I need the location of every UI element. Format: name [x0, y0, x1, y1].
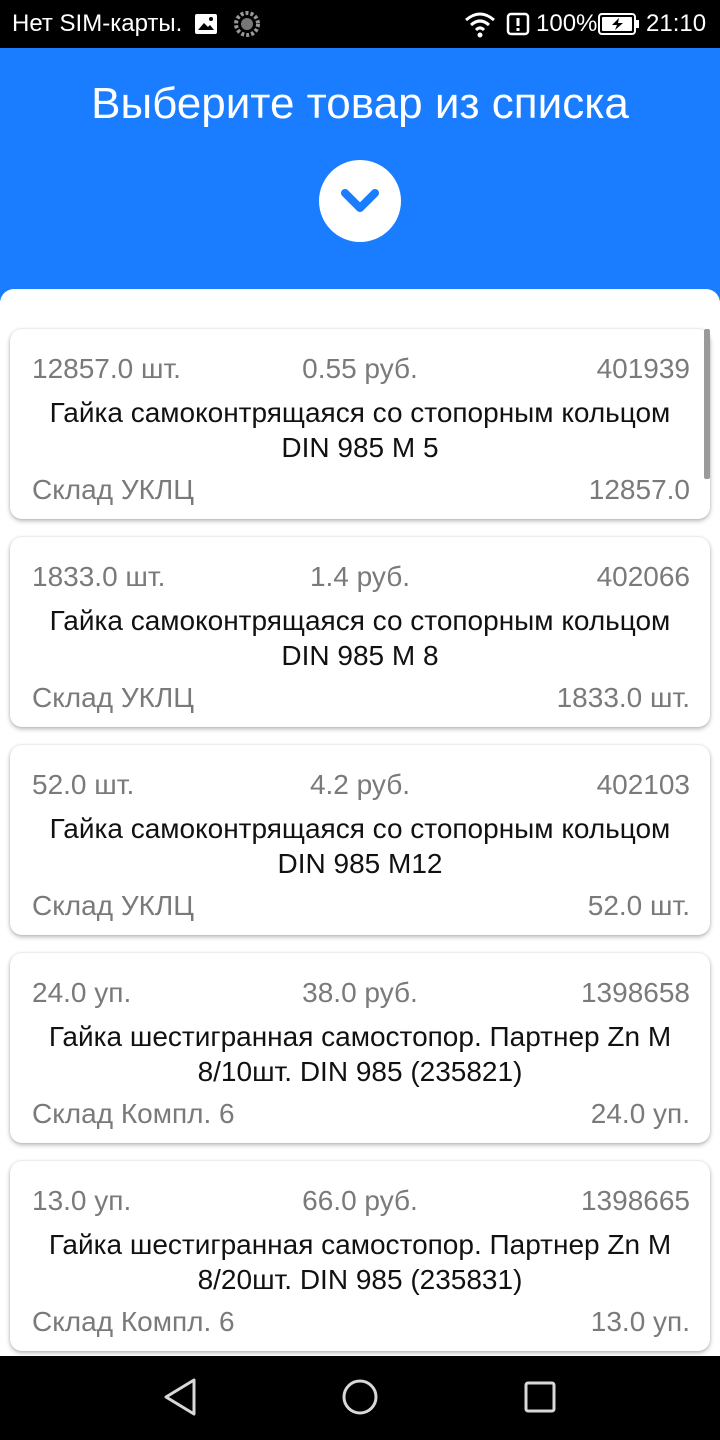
product-name: Гайка самоконтрящаяся со стопорным кольц…: [49, 397, 671, 463]
back-triangle-icon[interactable]: [160, 1376, 200, 1418]
product-name: Гайка самоконтрящаяся со стопорным кольц…: [49, 605, 671, 671]
product-code: 401939: [596, 353, 690, 384]
sync-notification-icon: [234, 11, 260, 37]
product-card[interactable]: 13.0 уп. 66.0 руб. 1398665 Гайка шестигр…: [10, 1161, 710, 1351]
wifi-icon: [465, 12, 495, 38]
product-list[interactable]: 12857.0 шт. 0.55 руб. 401939 Гайка самок…: [0, 289, 720, 1356]
expand-list-button[interactable]: [319, 160, 401, 242]
gallery-notification-icon: [195, 14, 217, 34]
chevron-down-icon: [341, 189, 379, 212]
product-card[interactable]: 24.0 уп. 38.0 руб. 1398658 Гайка шестигр…: [10, 953, 710, 1143]
carrier-text: Нет SIM-карты.: [12, 10, 183, 37]
product-qty: 52.0 шт.: [32, 769, 135, 800]
product-stock: 52.0 шт.: [587, 890, 690, 921]
product-qty: 12857.0 шт.: [32, 353, 181, 384]
product-stock: 13.0 уп.: [590, 1306, 690, 1337]
battery-charging-icon: [598, 13, 639, 35]
product-warehouse: Склад Компл. 6: [32, 1306, 235, 1337]
product-card[interactable]: 52.0 шт. 4.2 руб. 402103 Гайка самоконтр…: [10, 745, 710, 935]
header: Выберите товар из списка: [0, 48, 720, 290]
home-circle-icon[interactable]: [340, 1377, 380, 1417]
product-qty: 13.0 уп.: [32, 1185, 132, 1216]
product-name: Гайка шестигранная самостопор. Партнер Z…: [48, 1229, 672, 1295]
product-warehouse: Склад УКЛЦ: [32, 890, 194, 921]
product-card[interactable]: 12857.0 шт. 0.55 руб. 401939 Гайка самок…: [10, 329, 710, 519]
product-stock: 1833.0 шт.: [556, 682, 690, 713]
product-qty: 1833.0 шт.: [32, 561, 166, 592]
product-warehouse: Склад УКЛЦ: [32, 474, 194, 505]
product-code: 1398658: [580, 977, 690, 1008]
product-warehouse: Склад Компл. 6: [32, 1098, 235, 1129]
status-bar: Нет SIM-карты. 100% 21:10: [0, 0, 720, 48]
recents-square-icon[interactable]: [523, 1380, 557, 1414]
product-card[interactable]: 1833.0 шт. 1.4 руб. 402066 Гайка самокон…: [10, 537, 710, 727]
product-stock: 12857.0: [588, 474, 690, 505]
product-qty: 24.0 уп.: [32, 977, 132, 1008]
product-code: 1398665: [580, 1185, 690, 1216]
product-code: 402103: [596, 769, 690, 800]
product-name: Гайка самоконтрящаяся со стопорным кольц…: [49, 813, 671, 879]
battery-percent: 100%: [536, 10, 598, 37]
product-stock: 24.0 уп.: [590, 1098, 690, 1129]
clock: 21:10: [646, 10, 707, 37]
alert-icon: [506, 12, 530, 36]
product-warehouse: Склад УКЛЦ: [32, 682, 194, 713]
page-title: Выберите товар из списка: [91, 79, 629, 128]
system-nav-bar: [0, 1356, 720, 1440]
product-name: Гайка шестигранная самостопор. Партнер Z…: [48, 1021, 672, 1087]
list-scrollbar[interactable]: [704, 329, 710, 479]
product-code: 402066: [596, 561, 690, 592]
